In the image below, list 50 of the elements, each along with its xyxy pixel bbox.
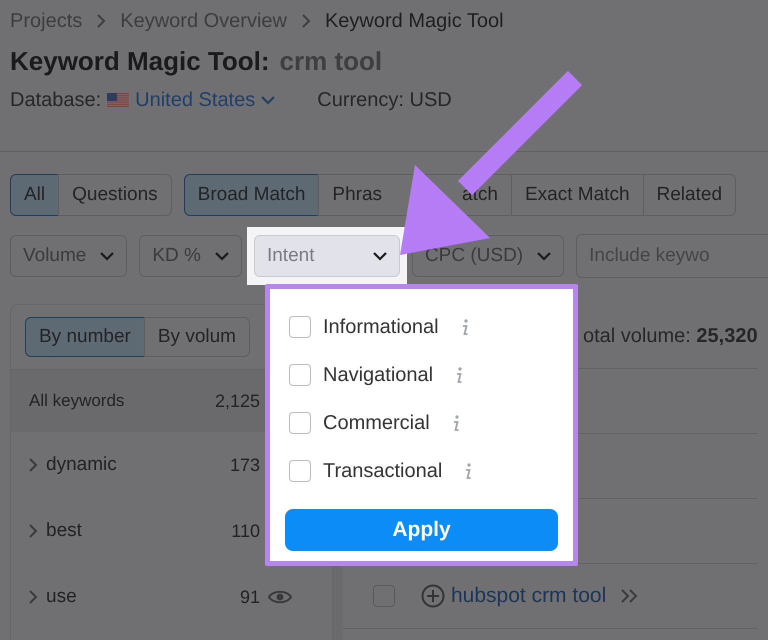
chevron-right-icon [29,524,38,538]
database-selector[interactable]: United States [107,89,276,112]
intent-checkbox[interactable] [289,412,311,434]
keyword-group-label[interactable]: dynamic [46,454,117,476]
keyword-count: 91 [240,586,260,608]
keyword-group-label[interactable]: use [46,586,77,608]
info-icon[interactable] [455,366,464,384]
info-icon[interactable] [460,318,469,336]
chevron-right-icon [96,14,106,28]
chevron-right-icon [29,458,38,472]
match-tab[interactable]: Exact Match [510,174,644,216]
eye-icon[interactable] [268,589,292,605]
intent-option[interactable]: Commercial [323,412,430,434]
intent-checkbox[interactable] [289,316,311,338]
match-tab[interactable]: All [10,174,60,216]
chevron-down-icon [100,252,114,260]
match-tab[interactable]: Broad Match [184,174,320,216]
chevron-down-icon [214,252,229,260]
keyword-count: 2,125 [214,390,260,412]
total-volume-text: otal volume: 25,320 [583,324,758,348]
database-label: Database: [10,89,102,112]
chevron-down-icon [537,252,552,260]
match-tab[interactable]: Questions [58,174,172,216]
add-icon[interactable] [421,584,445,608]
chevron-right-icon [300,14,311,28]
currency-label: Currency: USD [317,89,452,112]
chevron-right-icon [29,590,38,604]
keyword-group-label[interactable]: best [46,520,82,542]
row-checkbox[interactable] [373,585,395,607]
view-toggle[interactable]: By volum [144,317,250,357]
flag-icon [107,93,130,108]
keyword-count: 173 [230,454,260,476]
filter-dropdown[interactable]: Intent [254,235,400,277]
keyword-group-label[interactable]: All keywords [29,391,124,411]
info-icon[interactable] [452,414,460,432]
keyword-count: 110 [231,520,260,542]
chevron-down-icon [261,96,276,105]
intent-checkbox[interactable] [289,364,311,386]
keyword-link[interactable]: hubspot crm tool [451,584,606,608]
page-title: Keyword Magic Tool: [10,46,270,77]
intent-checkbox[interactable] [289,460,311,482]
intent-option[interactable]: Navigational [323,364,434,386]
chevron-down-icon [372,252,387,260]
info-icon[interactable] [464,462,472,480]
intent-option[interactable]: Informational [323,316,439,338]
match-tab[interactable]: Related [642,174,736,216]
intent-option[interactable]: Transactional [323,460,442,482]
view-toggle[interactable]: By number [25,317,145,357]
apply-button[interactable]: Apply [285,509,558,551]
breadcrumb-link[interactable]: Keyword Magic Tool [324,10,504,32]
